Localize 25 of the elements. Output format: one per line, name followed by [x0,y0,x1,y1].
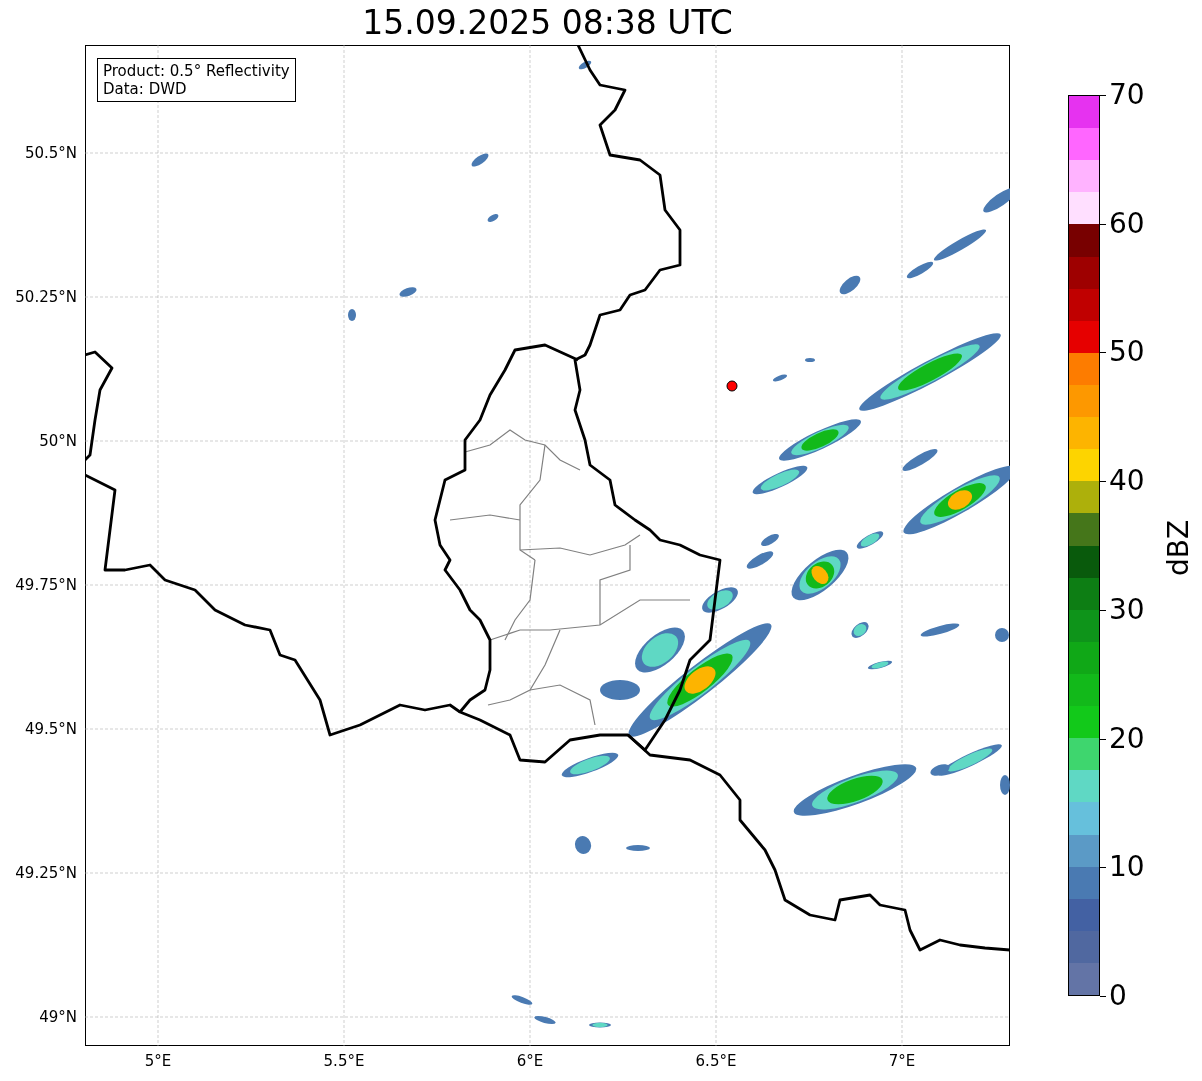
colorbar-tick-label: 0 [1109,979,1127,1013]
info-text: Product: 0.5° Reflectivity [103,62,290,80]
colorbar-tick-label: 20 [1109,721,1145,756]
longitude-label: 6°E [516,1052,544,1070]
longitude-label: 6.5°E [695,1052,737,1070]
colorbar-tick-label: 60 [1109,206,1145,241]
colorbar-tick-label: 40 [1109,464,1145,499]
longitude-label: 5.5°E [323,1052,365,1070]
chart-title: 15.09.2025 08:38 UTC [362,3,733,44]
latitude-label: 50°N [39,432,77,450]
colorbar-tick-label: 30 [1109,592,1145,627]
longitude-label: 5°E [144,1052,172,1070]
latitude-label: 50.5°N [24,144,77,162]
longitude-label: 7°E [888,1052,916,1070]
colorbar-tick-label: 10 [1109,850,1145,885]
info-text: Data: DWD [103,80,188,98]
latitude-label: 49.25°N [15,864,77,882]
colorbar-tick-label: 50 [1109,335,1145,370]
colorbar-label: dBZ [1163,518,1195,579]
latitude-label: 49.5°N [24,720,77,738]
latitude-label: 49.75°N [15,576,77,594]
latitude-label: 50.25°N [15,288,77,306]
latitude-label: 49°N [39,1008,77,1026]
station-marker [726,380,738,392]
colorbar-tick-label: 70 [1109,78,1145,112]
